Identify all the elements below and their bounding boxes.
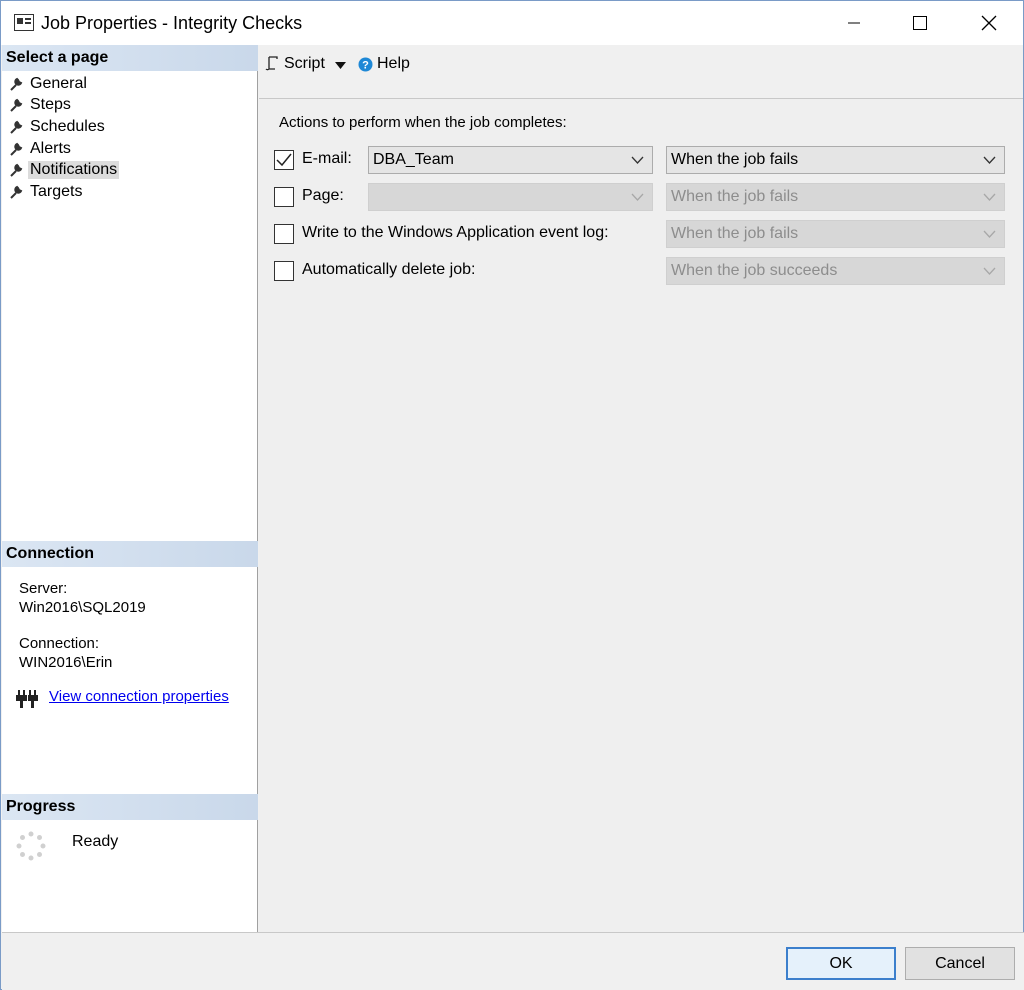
eventlog-condition-select: When the job fails <box>666 220 1005 248</box>
page-checkbox[interactable] <box>274 187 294 207</box>
help-label: Help <box>377 55 410 72</box>
connection-header: Connection <box>2 541 258 567</box>
chevron-down-icon <box>631 156 644 164</box>
delete-row: Automatically delete job: When the job s… <box>274 257 1014 285</box>
sidebar-item-general[interactable]: General <box>6 73 256 95</box>
minimize-button[interactable] <box>831 1 877 45</box>
sidebar-item-steps[interactable]: Steps <box>6 95 256 117</box>
chevron-down-icon <box>983 267 996 275</box>
script-icon <box>265 56 278 71</box>
job-properties-dialog: Job Properties - Integrity Checks Select… <box>0 0 1024 990</box>
page-operator-select <box>368 183 653 211</box>
email-operator-value: DBA_Team <box>373 151 454 168</box>
help-button[interactable]: ? Help <box>358 55 410 73</box>
sidebar-item-targets[interactable]: Targets <box>6 181 256 203</box>
sidebar-item-label: Targets <box>30 182 83 200</box>
minimize-icon <box>848 22 860 24</box>
connection-value: WIN2016\Erin <box>19 654 113 671</box>
wrench-icon <box>10 120 23 134</box>
toolbar: Script ? Help <box>259 45 1023 99</box>
sidebar-item-label: General <box>30 74 87 92</box>
eventlog-checkbox[interactable] <box>274 224 294 244</box>
ok-button[interactable]: OK <box>786 947 896 980</box>
page-condition-value: When the job fails <box>671 188 799 205</box>
page-condition-select: When the job fails <box>666 183 1005 211</box>
sidebar-item-label: Schedules <box>30 117 105 135</box>
email-condition-value: When the job fails <box>671 151 799 168</box>
server-value: Win2016\SQL2019 <box>19 599 146 616</box>
maximize-icon <box>913 16 927 30</box>
checkmark-icon <box>276 153 292 167</box>
actions-label: Actions to perform when the job complete… <box>279 114 567 131</box>
close-icon <box>981 15 997 31</box>
progress-header: Progress <box>2 794 258 820</box>
wrench-icon <box>10 185 23 199</box>
eventlog-label: Write to the Windows Application event l… <box>302 224 609 241</box>
sidebar-item-label: Notifications <box>28 161 120 180</box>
eventlog-row: Write to the Windows Application event l… <box>274 220 1014 248</box>
page-label: Page: <box>302 187 344 204</box>
script-label: Script <box>284 55 325 72</box>
wrench-icon <box>10 99 23 113</box>
plug-icon <box>15 688 39 710</box>
close-button[interactable] <box>966 1 1012 45</box>
delete-checkbox[interactable] <box>274 261 294 281</box>
cancel-button[interactable]: Cancel <box>905 947 1015 980</box>
chevron-down-icon <box>631 193 644 201</box>
email-condition-select[interactable]: When the job fails <box>666 146 1005 174</box>
page-list: General Steps Schedules Alerts Notificat… <box>6 73 256 203</box>
chevron-down-icon <box>983 156 996 164</box>
progress-spinner-icon <box>16 831 46 861</box>
left-pane: Select a page General Steps Schedules Al… <box>2 45 258 932</box>
connection-label: Connection: <box>19 635 100 652</box>
eventlog-condition-value: When the job fails <box>671 225 799 242</box>
email-label: E-mail: <box>302 150 352 167</box>
dropdown-arrow-icon <box>335 62 346 69</box>
email-row: E-mail: DBA_Team When the job fails <box>274 146 1014 174</box>
sidebar-item-schedules[interactable]: Schedules <box>6 116 256 138</box>
script-dropdown-button[interactable] <box>335 62 346 69</box>
delete-condition-value: When the job succeeds <box>671 262 838 279</box>
wrench-icon <box>10 163 23 177</box>
view-connection-properties-link[interactable]: View connection properties <box>49 688 229 705</box>
maximize-button[interactable] <box>897 1 943 45</box>
email-operator-select[interactable]: DBA_Team <box>368 146 653 174</box>
notifications-page: Actions to perform when the job complete… <box>259 99 1023 932</box>
delete-label: Automatically delete job: <box>302 261 476 278</box>
script-button[interactable]: Script <box>265 55 325 73</box>
delete-condition-select: When the job succeeds <box>666 257 1005 285</box>
svg-text:?: ? <box>362 59 369 71</box>
wrench-icon <box>10 142 23 156</box>
select-page-header: Select a page <box>2 45 258 71</box>
page-row: Page: When the job fails <box>274 183 1014 211</box>
wrench-icon <box>10 77 23 91</box>
window-title: Job Properties - Integrity Checks <box>41 13 303 33</box>
sidebar-item-label: Alerts <box>30 139 71 157</box>
sidebar-item-notifications[interactable]: Notifications <box>6 159 256 181</box>
progress-status: Ready <box>72 833 119 850</box>
dialog-footer: OK Cancel <box>2 932 1024 990</box>
chevron-down-icon <box>983 193 996 201</box>
help-icon: ? <box>358 57 373 71</box>
sidebar-item-alerts[interactable]: Alerts <box>6 138 256 160</box>
window-icon <box>14 14 34 31</box>
server-label: Server: <box>19 580 68 597</box>
title-bar: Job Properties - Integrity Checks <box>1 1 1023 45</box>
chevron-down-icon <box>983 230 996 238</box>
email-checkbox[interactable] <box>274 150 294 170</box>
sidebar-item-label: Steps <box>30 96 71 114</box>
